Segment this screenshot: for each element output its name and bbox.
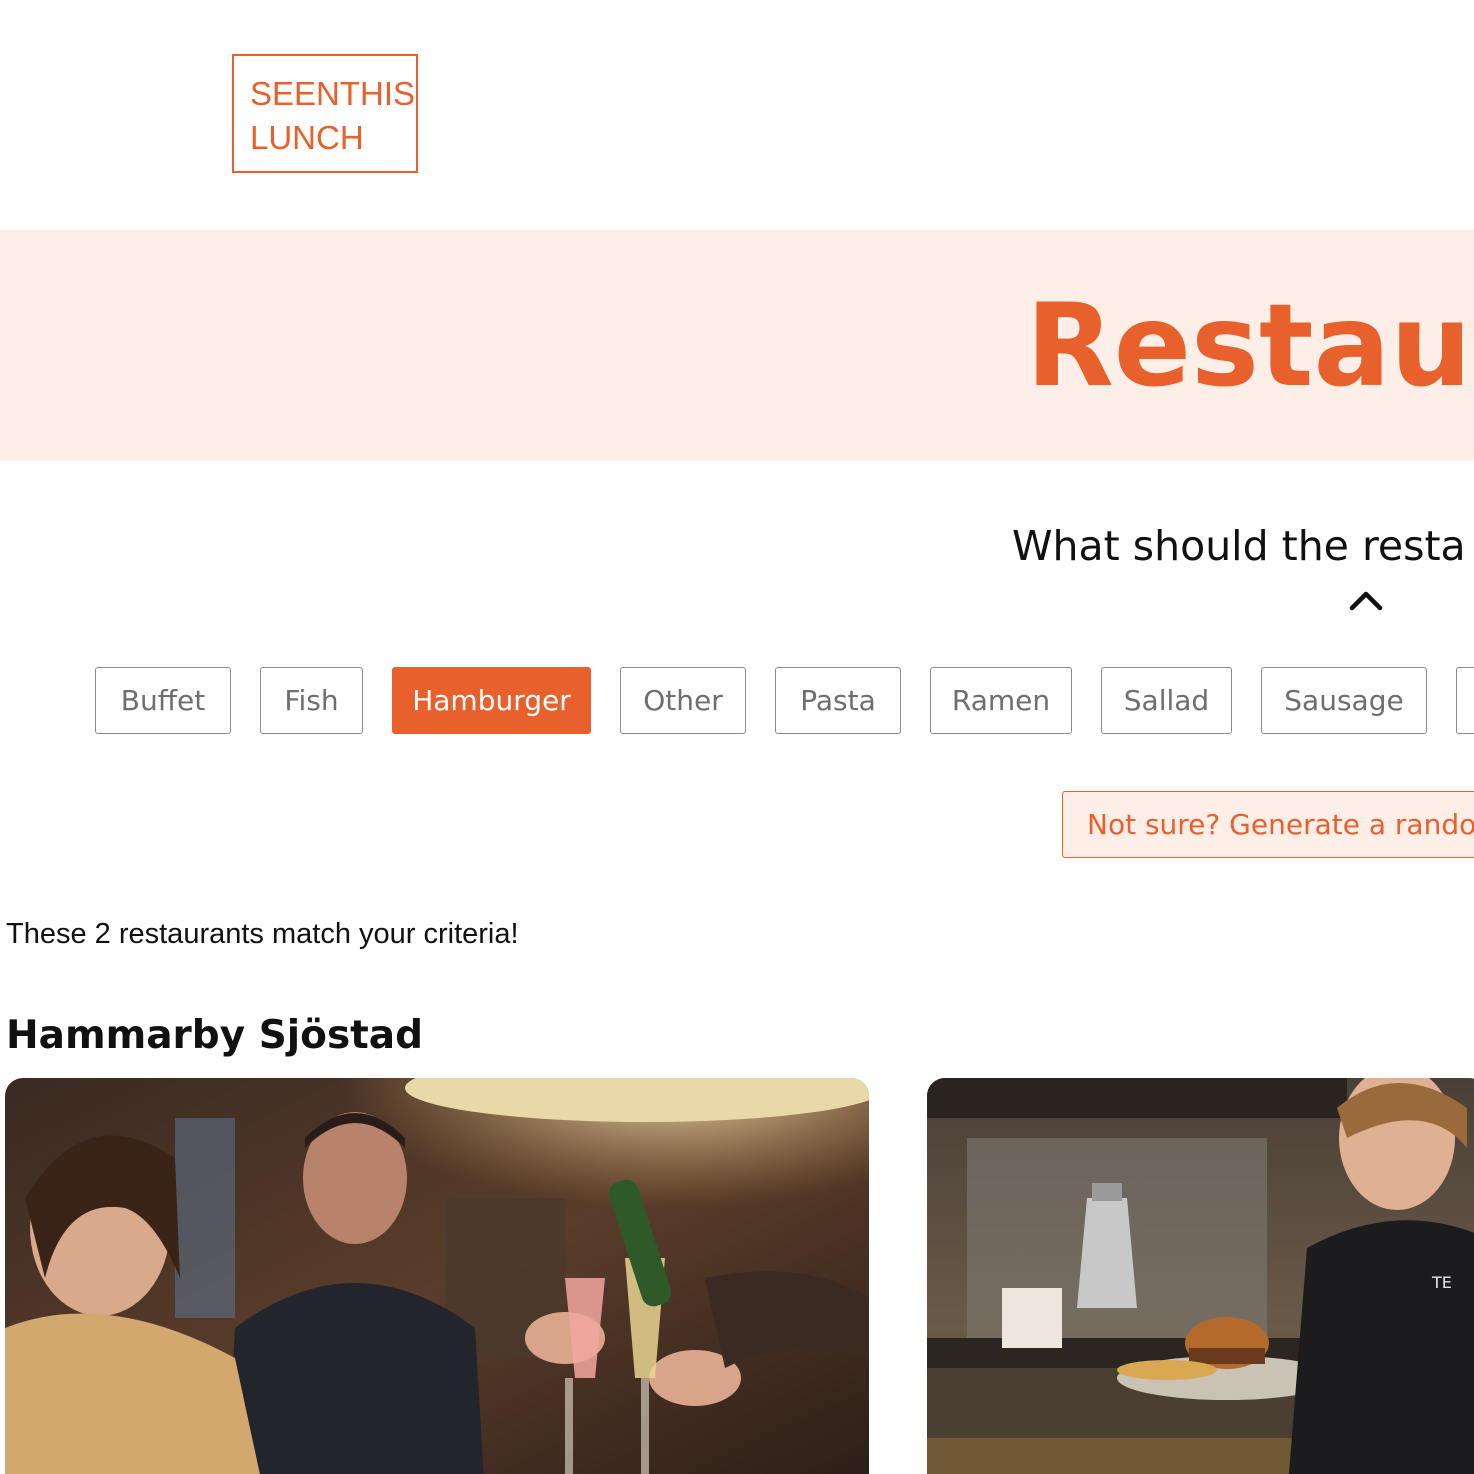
restaurant-photo-toast [5,1078,869,1474]
hero-banner: Restaura [0,230,1474,461]
filter-chip-other[interactable]: Other [620,667,746,734]
restaurant-card-1[interactable] [5,1078,869,1474]
filter-chip-partial[interactable] [1456,667,1474,734]
generate-random-button[interactable]: Not sure? Generate a randor [1062,791,1474,858]
logo-line-2: LUNCH [250,119,364,156]
filter-chip-buffet[interactable]: Buffet [95,667,231,734]
restaurant-card-2[interactable]: TE [927,1078,1474,1474]
svg-text:TE: TE [1431,1273,1452,1292]
filter-question: What should the resta [1012,522,1466,570]
page: SEENTHIS LUNCH Restaura What should the … [0,0,1474,1474]
filter-chip-hamburger[interactable]: Hamburger [392,667,591,734]
filter-chip-fish[interactable]: Fish [260,667,363,734]
filter-chip-row: Buffet Fish Hamburger Other Pasta Ramen … [0,667,1474,735]
logo-line-1: SEENTHIS [250,75,416,112]
area-heading: Hammarby Sjöstad [6,1013,424,1058]
site-logo[interactable]: SEENTHIS LUNCH [232,54,418,173]
page-title: Restaura [1026,279,1474,412]
filter-chip-sallad[interactable]: Sallad [1101,667,1232,734]
filter-chip-pasta[interactable]: Pasta [775,667,901,734]
restaurant-photo-burger: TE [927,1078,1474,1474]
filter-chip-sausage[interactable]: Sausage [1261,667,1427,734]
results-summary: These 2 restaurants match your criteria! [6,918,519,950]
chevron-up-icon[interactable] [1348,586,1384,614]
filter-chip-ramen[interactable]: Ramen [930,667,1072,734]
